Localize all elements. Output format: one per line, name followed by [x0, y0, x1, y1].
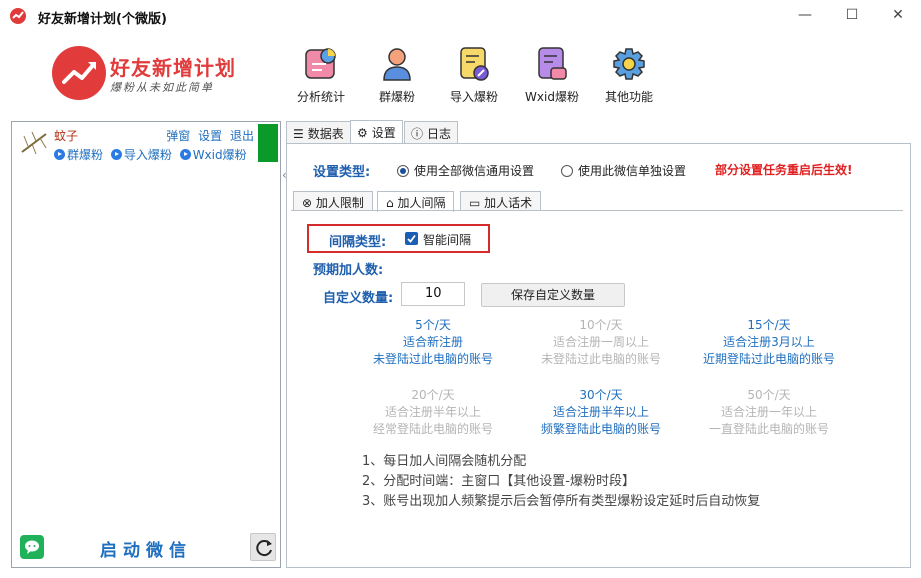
info-icon: ⓘ	[411, 127, 424, 141]
start-wechat-button[interactable]: 启动微信	[100, 536, 192, 561]
refresh-icon[interactable]	[250, 533, 276, 561]
interval-type-label: 间隔类型:	[329, 235, 387, 250]
subtab-add-interval[interactable]: ⌂ 加人间隔	[377, 191, 455, 212]
radio-dot	[397, 165, 409, 177]
import-doc-icon	[457, 46, 491, 82]
rate-option-15[interactable]: 15个/天 适合注册3月以上 近期登陆过此电脑的账号	[684, 317, 854, 368]
close-button[interactable]: ✕	[875, 0, 921, 32]
account-actions: 弹窗 设置 退出	[162, 127, 254, 144]
wxid-doc-icon	[535, 46, 569, 82]
toolbar-other-functions[interactable]: 其他功能	[594, 46, 664, 108]
expected-adds-label: 预期加人数:	[313, 263, 384, 278]
minimize-button[interactable]: —	[782, 0, 828, 32]
logo-chart-icon	[52, 46, 106, 100]
custom-quantity-input[interactable]: 10	[401, 282, 465, 306]
person-icon	[380, 46, 414, 82]
chat-icon: ▭	[469, 196, 485, 210]
logo-subtitle: 爆粉从未如此简单	[110, 81, 214, 94]
account-name: 蚊子	[54, 129, 79, 143]
toolbar-analytics[interactable]: 分析统计	[286, 46, 356, 108]
settings-link[interactable]: 设置	[198, 129, 222, 143]
gear-icon: ⚙	[357, 126, 368, 140]
toolbar-analytics-label: 分析统计	[296, 90, 345, 104]
smart-interval-checkbox[interactable]	[405, 232, 418, 245]
note-item: 1、每日加人间隔会随机分配	[362, 454, 527, 469]
radio-global-settings[interactable]: 使用全部微信通用设置	[397, 162, 534, 179]
rate-option-5[interactable]: 5个/天 适合新注册 未登陆过此电脑的账号	[348, 317, 518, 368]
avatar	[18, 128, 52, 158]
save-custom-quantity-button[interactable]: 保存自定义数量	[481, 283, 625, 307]
rate-option-50[interactable]: 50个/天 适合注册一年以上 一直登陆此电脑的账号	[684, 387, 854, 438]
account-list-panel: 蚊子 弹窗 设置 退出 群爆粉 导入爆粉 Wxid爆粉 启动微信	[11, 121, 281, 568]
toolbar-group-fans[interactable]: 群爆粉	[362, 46, 432, 108]
restart-warning: 部分设置任务重启后生效!	[715, 163, 853, 177]
wechat-icon[interactable]	[20, 535, 44, 559]
cancel-circle-icon: ⊗	[302, 196, 316, 210]
subtab-add-script[interactable]: ▭ 加人话术	[460, 191, 542, 211]
toolbar-other-functions-label: 其他功能	[604, 90, 653, 104]
radio-single-settings[interactable]: 使用此微信单独设置	[561, 162, 686, 179]
tab-data-table[interactable]: ☰ 数据表	[286, 121, 351, 143]
toolbar-group-fans-label: 群爆粉	[378, 90, 415, 104]
note-item: 3、账号出现加人频繁提示后会暂停所有类型爆粉设定延时后自动恢复	[362, 494, 761, 509]
list-icon: ☰	[293, 127, 304, 141]
group-fans-link[interactable]: 群爆粉	[54, 148, 103, 162]
tag-icon: ⌂	[386, 196, 398, 210]
window-title: 好友新增计划(个微版)	[38, 12, 167, 27]
account-quick-links: 群爆粉 导入爆粉 Wxid爆粉	[54, 146, 251, 163]
logo-title: 好友新增计划	[110, 56, 236, 80]
chart-icon	[304, 46, 338, 82]
toolbar-import-fans[interactable]: 导入爆粉	[439, 46, 509, 108]
toolbar-import-fans-label: 导入爆粉	[449, 90, 498, 104]
maximize-button[interactable]: ☐	[829, 0, 875, 32]
play-icon	[179, 149, 191, 160]
settings-type-label: 设置类型:	[313, 165, 371, 180]
popup-link[interactable]: 弹窗	[166, 129, 190, 143]
custom-quantity-label: 自定义数量:	[323, 291, 394, 306]
notes-list: 1、每日加人间隔会随机分配 2、分配时间端：主窗口【其他设置-爆粉时段】 3、账…	[362, 452, 760, 512]
status-indicator	[258, 124, 278, 162]
note-item: 2、分配时间端：主窗口【其他设置-爆粉时段】	[362, 474, 635, 489]
gear-icon	[612, 46, 646, 82]
rate-option-10[interactable]: 10个/天 适合注册一周以上 未登陆过此电脑的账号	[516, 317, 686, 368]
toolbar-wxid-fans-label: Wxid爆粉	[525, 90, 579, 104]
subtab-divider	[291, 210, 903, 211]
radio-dot	[561, 165, 573, 177]
subtab-add-limit[interactable]: ⊗ 加人限制	[293, 191, 373, 211]
title-bar: 好友新增计划(个微版) — ☐ ✕	[0, 0, 921, 32]
app-logo: 好友新增计划 爆粉从未如此简单	[52, 46, 252, 102]
import-fans-link[interactable]: 导入爆粉	[110, 148, 172, 162]
wxid-fans-link[interactable]: Wxid爆粉	[179, 148, 247, 162]
tab-settings[interactable]: ⚙ 设置	[350, 120, 403, 144]
interval-type-highlight: 间隔类型: 智能间隔	[307, 224, 490, 253]
settings-panel: 设置类型: 使用全部微信通用设置 使用此微信单独设置 部分设置任务重启后生效! …	[286, 143, 911, 568]
play-icon	[110, 149, 122, 160]
rate-option-30[interactable]: 30个/天 适合注册半年以上 频繁登陆此电脑的账号	[516, 387, 686, 438]
tab-log[interactable]: ⓘ 日志	[404, 121, 459, 143]
toolbar-wxid-fans[interactable]: Wxid爆粉	[517, 46, 587, 108]
app-icon	[10, 8, 26, 24]
rate-option-20[interactable]: 20个/天 适合注册半年以上 经常登陆此电脑的账号	[348, 387, 518, 438]
account-item[interactable]: 蚊子 弹窗 设置 退出 群爆粉 导入爆粉 Wxid爆粉	[12, 122, 280, 164]
logout-link[interactable]: 退出	[230, 129, 254, 143]
smart-interval-label: 智能间隔	[423, 233, 472, 247]
play-icon	[54, 149, 65, 160]
